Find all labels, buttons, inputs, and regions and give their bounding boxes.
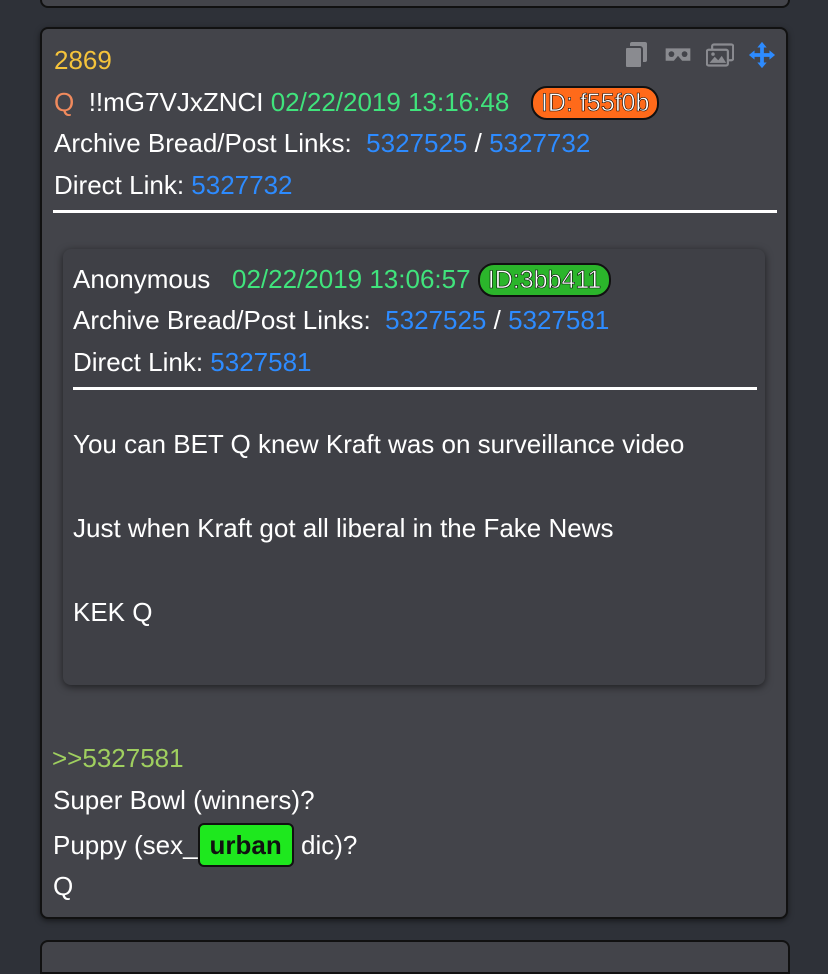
archive-links-line: Archive Bread/Post Links: 5327525 / 5327…	[54, 128, 590, 158]
quoted-direct-link[interactable]: 5327581	[210, 347, 311, 377]
archive-post-link[interactable]: 5327732	[489, 128, 590, 158]
reply-line-suffix: dic)?	[293, 830, 358, 860]
quoted-post-card: Anonymous 02/22/2019 13:06:57 ID:3bb411 …	[63, 249, 765, 685]
direct-link[interactable]: 5327732	[191, 170, 292, 200]
quoted-body-line: KEK Q	[73, 597, 153, 627]
quoted-header-line: Anonymous 02/22/2019 13:06:57 ID:3bb411	[73, 263, 612, 297]
direct-link-label: Direct Link:	[54, 170, 185, 200]
id-badge[interactable]: ID: f55f0b	[530, 86, 660, 120]
reply-line-prefix: Puppy (sex_	[53, 830, 198, 860]
quoted-id-badge[interactable]: ID:3bb411	[477, 263, 612, 297]
quoted-direct-link-label: Direct Link:	[73, 347, 204, 377]
quoted-archive-label: Archive Bread/Post Links:	[73, 305, 371, 335]
reply-signature: Q	[53, 871, 74, 901]
direct-link-line: Direct Link: 5327732	[54, 170, 293, 200]
quoted-archive-post-link[interactable]: 5327581	[508, 305, 609, 335]
reply-line: Super Bowl (winners)?	[53, 785, 315, 815]
archive-label: Archive Bread/Post Links:	[54, 128, 352, 158]
post-card: 2869 Q !!mG7VJxZNCI 02/22/2019 13:16:48 …	[40, 27, 788, 919]
quoted-post-date: 02/22/2019 13:06:57	[231, 264, 471, 294]
previous-post-card	[40, 0, 790, 8]
archive-bread-link[interactable]: 5327525	[366, 128, 467, 158]
quoted-archive-links-line: Archive Bread/Post Links: 5327525 / 5327…	[73, 305, 609, 335]
reply-line-with-tag: Puppy (sex_ urban dic)?	[53, 823, 357, 867]
quoted-archive-separator: /	[493, 305, 501, 335]
author-name: Q	[54, 87, 75, 117]
quote-reference-link[interactable]: >>5327581	[52, 743, 184, 773]
tripcode: !!mG7VJxZNCI	[88, 87, 264, 117]
move-icon[interactable]	[748, 41, 776, 69]
post-number: 2869	[54, 45, 112, 75]
next-post-card	[40, 940, 790, 974]
urban-dictionary-tag[interactable]: urban	[197, 823, 294, 867]
quoted-author-name: Anonymous	[73, 264, 211, 294]
quoted-body-line: Just when Kraft got all liberal in the F…	[73, 513, 614, 543]
quoted-direct-link-line: Direct Link: 5327581	[73, 347, 312, 377]
post-header-line: Q !!mG7VJxZNCI 02/22/2019 13:16:48 ID: f…	[54, 86, 660, 120]
quoted-divider	[73, 387, 757, 390]
vr-goggles-icon[interactable]	[664, 41, 692, 69]
images-icon[interactable]	[706, 41, 734, 69]
copy-icon[interactable]	[622, 41, 650, 69]
post-date: 02/22/2019 13:16:48	[270, 87, 510, 117]
header-divider	[53, 210, 777, 213]
quoted-archive-bread-link[interactable]: 5327525	[385, 305, 486, 335]
post-toolbar	[622, 41, 776, 69]
quoted-body-line: You can BET Q knew Kraft was on surveill…	[73, 429, 685, 459]
archive-separator: /	[474, 128, 482, 158]
